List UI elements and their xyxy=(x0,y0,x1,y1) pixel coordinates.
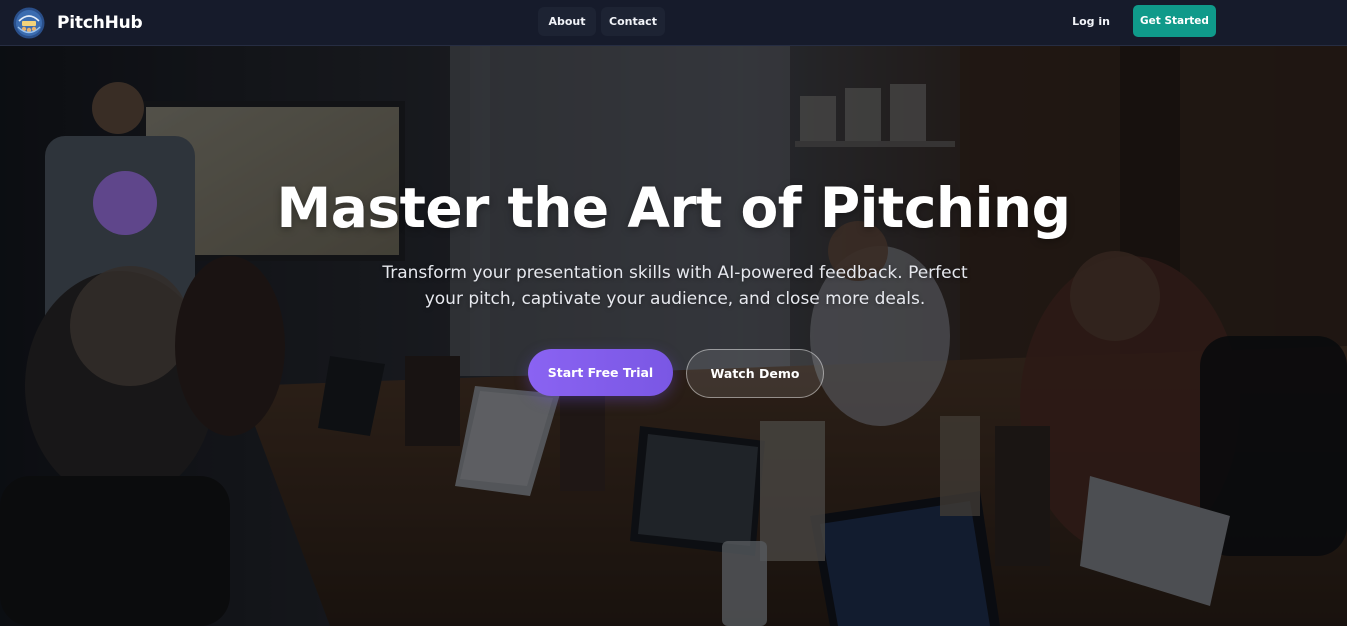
hero-title: Master the Art of Pitching xyxy=(276,176,1071,240)
nav-link-contact[interactable]: Contact xyxy=(601,7,665,36)
hero-subtitle: Transform your presentation skills with … xyxy=(382,263,968,309)
pitchhub-logo-icon xyxy=(13,7,45,39)
hero-section: Master the Art of Pitching Transform you… xyxy=(0,46,1347,626)
login-link[interactable]: Log in xyxy=(1062,7,1120,36)
hero-dark-overlay xyxy=(0,46,1347,626)
brand-home-link[interactable]: PitchHub xyxy=(13,7,143,39)
top-navbar: PitchHub About Contact Log in Get Starte… xyxy=(0,0,1347,46)
brand-name: PitchHub xyxy=(57,13,143,33)
start-free-trial-button[interactable]: Start Free Trial xyxy=(528,349,673,396)
watch-demo-button[interactable]: Watch Demo xyxy=(686,349,824,398)
get-started-button[interactable]: Get Started xyxy=(1133,5,1216,37)
nav-link-about[interactable]: About xyxy=(538,7,596,36)
